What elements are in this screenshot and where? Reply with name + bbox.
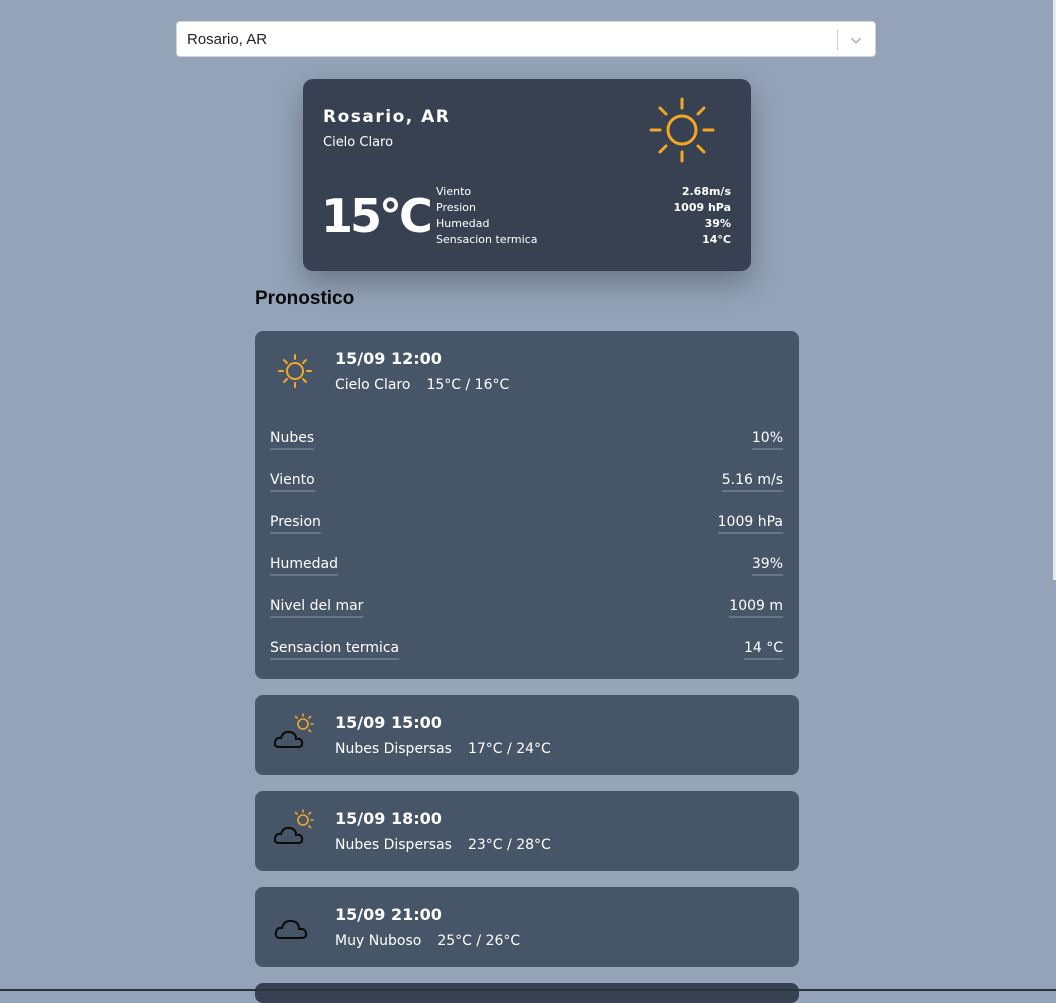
detail-label: Presion [436, 201, 476, 214]
forecast-summary: Cielo Claro 15°C / 16°C [335, 377, 509, 393]
forecast-item[interactable]: 15/09 15:00 Nubes Dispersas 17°C / 24°C [255, 695, 799, 775]
forecast-summary: Nubes Dispersas 23°C / 28°C [335, 837, 551, 853]
detail-value: 14 °C [743, 640, 783, 660]
select-separator [837, 30, 838, 50]
sun-icon [278, 354, 312, 388]
detail-row: Nivel del mar 1009 m [270, 594, 783, 636]
forecast-item-partial[interactable] [255, 983, 799, 1003]
current-weather-card: Rosario, AR Cielo Claro 15°C Viento 2.68… [303, 79, 751, 271]
forecast-item[interactable]: 15/09 18:00 Nubes Dispersas 23°C / 28°C [255, 791, 799, 871]
chevron-down-icon[interactable] [847, 31, 865, 49]
detail-label: Nivel del mar [270, 598, 364, 618]
partly-cloudy-icon [273, 809, 314, 844]
detail-label: Viento [436, 185, 472, 198]
detail-label: Humedad [436, 217, 490, 230]
detail-value: 1009 hPa [673, 201, 731, 214]
detail-row: Nubes 10% [270, 426, 783, 468]
detail-row: Humedad 39% [436, 216, 731, 232]
detail-label: Sensacion termica [436, 233, 538, 246]
current-city: Rosario, AR [323, 107, 451, 127]
detail-row: Sensacion termica 14 °C [270, 636, 783, 678]
forecast-description: Nubes Dispersas [335, 741, 452, 757]
detail-label: Nubes [270, 430, 315, 450]
detail-value: 14°C [702, 233, 731, 246]
forecast-temps: 25°C / 26°C [437, 933, 521, 949]
forecast-item[interactable]: 15/09 21:00 Muy Nuboso 25°C / 26°C [255, 887, 799, 967]
detail-value: 5.16 m/s [721, 472, 783, 492]
detail-row: Sensacion termica 14°C [436, 232, 731, 248]
current-temperature: 15°C [321, 189, 433, 243]
detail-row: Humedad 39% [270, 552, 783, 594]
detail-value: 2.68m/s [681, 185, 731, 198]
forecast-temps: 23°C / 28°C [467, 837, 551, 853]
current-details: Viento 2.68m/s Presion 1009 hPa Humedad … [436, 184, 731, 248]
forecast-time: 15/09 21:00 [335, 905, 442, 924]
forecast-temps: 17°C / 24°C [467, 741, 551, 757]
detail-label: Viento [270, 472, 315, 492]
forecast-time: 15/09 18:00 [335, 809, 442, 828]
partly-cloudy-icon [273, 713, 314, 748]
forecast-title: Pronostico [255, 288, 355, 309]
detail-value: 1009 m [729, 598, 783, 618]
detail-row: Viento 5.16 m/s [270, 468, 783, 510]
forecast-summary: Nubes Dispersas 17°C / 24°C [335, 741, 551, 757]
forecast-time: 15/09 12:00 [335, 349, 442, 368]
forecast-temps: 15°C / 16°C [426, 377, 510, 393]
sun-icon [649, 97, 715, 163]
city-search-select[interactable]: Rosario, AR [176, 21, 876, 57]
detail-label: Presion [270, 514, 321, 534]
forecast-summary: Muy Nuboso 25°C / 26°C [335, 933, 520, 949]
detail-value: 1009 hPa [717, 514, 783, 534]
forecast-time: 15/09 15:00 [335, 713, 442, 732]
cloud-icon [274, 919, 308, 939]
detail-value: 39% [751, 556, 783, 576]
city-search-value[interactable]: Rosario, AR [187, 31, 267, 48]
detail-label: Humedad [270, 556, 339, 576]
detail-value: 10% [751, 430, 783, 450]
detail-row: Presion 1009 hPa [270, 510, 783, 552]
forecast-details: Nubes 10% Viento 5.16 m/s Presion 1009 h… [270, 426, 783, 678]
detail-row: Presion 1009 hPa [436, 200, 731, 216]
forecast-description: Cielo Claro [335, 377, 411, 393]
detail-label: Sensacion termica [270, 640, 400, 660]
forecast-description: Nubes Dispersas [335, 837, 452, 853]
detail-row: Viento 2.68m/s [436, 184, 731, 200]
forecast-item-expanded[interactable]: 15/09 12:00 Cielo Claro 15°C / 16°C Nubes… [255, 331, 799, 679]
detail-value: 39% [704, 217, 731, 230]
forecast-description: Muy Nuboso [335, 933, 422, 949]
current-description: Cielo Claro [323, 135, 394, 150]
